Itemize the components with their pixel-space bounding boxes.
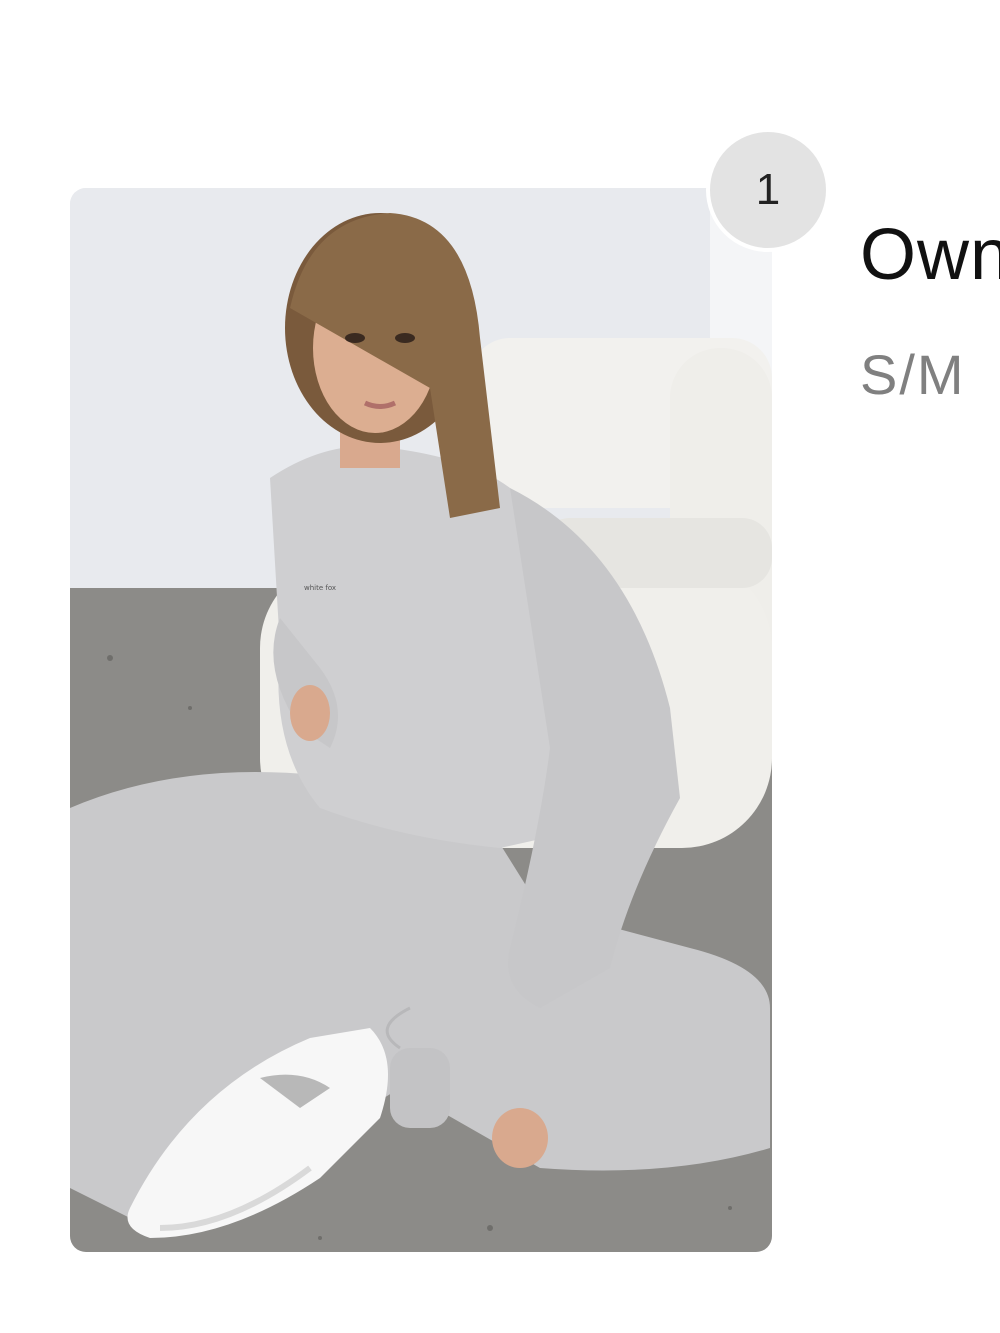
product-title[interactable]: Own (860, 214, 1000, 296)
product-image-card[interactable]: white fox (70, 188, 772, 1252)
quantity-badge: 1 (706, 128, 830, 252)
product-size: S/M (860, 343, 966, 406)
product-photo: white fox (70, 188, 772, 1252)
svg-text:white fox: white fox (304, 584, 336, 592)
